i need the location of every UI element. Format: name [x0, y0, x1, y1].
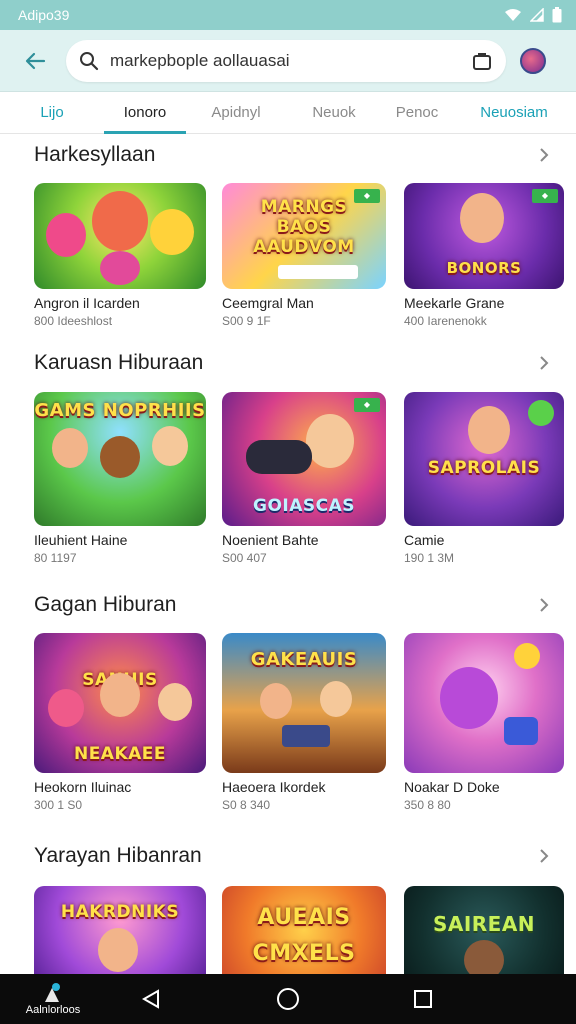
game-thumbnail: [34, 183, 206, 289]
back-triangle-icon[interactable]: [138, 986, 164, 1012]
nav-home-label: Aalnlorloos: [25, 1004, 81, 1016]
game-thumbnail: AUEAIS CMXELS: [222, 886, 386, 974]
section-karuasn-hiburaan: Karuasn Hiburaan GAMS NOPRHIIS Ileuhient…: [0, 348, 576, 568]
section-title: Yarayan Hibanran: [34, 844, 202, 867]
search-input[interactable]: [110, 50, 470, 71]
card-title: Meekarle Grane: [404, 295, 505, 311]
card-title: Heokorn Iluinac: [34, 779, 132, 795]
rating-badge: ◆: [354, 398, 380, 412]
game-card[interactable]: GAKEAUIS Haeoera Ikordek S0 8 340: [222, 633, 386, 812]
card-title: Camie: [404, 532, 445, 548]
category-tabs: Lijo Ionoro Apidnyl Neuok Penoc Neuosiam: [0, 92, 576, 134]
signal-icon: [530, 8, 544, 22]
game-card[interactable]: SAIREAN: [404, 886, 564, 974]
status-time: Adipo39: [18, 7, 70, 23]
rating-badge: ◆: [532, 189, 558, 203]
card-subtitle: S0 8 340: [222, 798, 271, 812]
section-title: Karuasn Hiburaan: [34, 351, 204, 374]
section-title: Gagan Hiburan: [34, 593, 177, 616]
game-card[interactable]: ◆ BONORS Meekarle Grane 400 Iarenenokk: [404, 183, 564, 328]
home-circle-icon[interactable]: [275, 986, 301, 1012]
search-icon: [78, 50, 100, 72]
card-title: Noenient Bahte: [222, 532, 319, 548]
status-bar: Adipo39: [0, 0, 576, 30]
game-card[interactable]: GAMS NOPRHIIS Ileuhient Haine 80 1197: [34, 392, 206, 565]
card-subtitle: 300 1 S0: [34, 798, 83, 812]
section-header: Gagan Hiburan: [0, 590, 576, 620]
game-thumbnail: SAPROLAIS: [404, 392, 564, 526]
chevron-right-icon[interactable]: [534, 145, 554, 165]
section-gagan-hiburan: Gagan Hiburan SANHIS NEAKAEE Heokorn Ilu…: [0, 590, 576, 820]
nav-home-tab[interactable]: Aalnlorloos: [0, 974, 106, 1024]
card-title: Noakar D Doke: [404, 779, 500, 795]
tab-neuok[interactable]: Neuok: [286, 92, 382, 134]
card-subtitle: 400 Iarenenokk: [404, 314, 487, 328]
section-yarayan-hibanran: Yarayan Hibanran HAKRDNIKS AUEAIS CMXELS…: [0, 841, 576, 974]
game-thumbnail: [404, 633, 564, 773]
chevron-right-icon[interactable]: [534, 595, 554, 615]
game-card[interactable]: HAKRDNIKS: [34, 886, 206, 974]
game-thumbnail: ◆ MARNGS BAOS AAUDVOM: [222, 183, 386, 289]
back-button[interactable]: [18, 44, 52, 78]
section-title: Harkesyllaan: [34, 143, 156, 166]
recents-square-icon[interactable]: [410, 986, 436, 1012]
card-title: Haeoera Ikordek: [222, 779, 326, 795]
game-thumbnail: ◆ GOIASCAS: [222, 392, 386, 526]
section-harkesyllaan: Harkesyllaan Angron il Icarden 800 Idees…: [0, 140, 576, 330]
card-subtitle: 190 1 3M: [404, 551, 455, 565]
bag-icon[interactable]: [470, 49, 494, 73]
card-subtitle: 800 Ideeshlost: [34, 314, 113, 328]
chevron-right-icon[interactable]: [534, 846, 554, 866]
game-card[interactable]: SAPROLAIS Camie 190 1 3M: [404, 392, 564, 565]
game-thumbnail: SAIREAN: [404, 886, 564, 974]
tab-penoc[interactable]: Penoc: [382, 92, 452, 134]
game-card[interactable]: Noakar D Doke 350 8 80: [404, 633, 564, 812]
battery-icon: [552, 7, 562, 23]
system-nav-bar: Aalnlorloos: [0, 974, 576, 1024]
tab-neuosiam[interactable]: Neuosiam: [452, 92, 576, 134]
game-thumbnail: SANHIS NEAKAEE: [34, 633, 206, 773]
tab-lijo[interactable]: Lijo: [0, 92, 104, 134]
tab-ionoro[interactable]: Ionoro: [104, 92, 186, 134]
card-title: Ceemgral Man: [222, 295, 314, 311]
search-header: [0, 30, 576, 92]
game-card[interactable]: ◆ MARNGS BAOS AAUDVOM Ceemgral Man S00 9…: [222, 183, 386, 328]
card-subtitle: 80 1197: [34, 551, 77, 565]
game-card[interactable]: SANHIS NEAKAEE Heokorn Iluinac 300 1 S0: [34, 633, 206, 812]
card-title: Angron il Icarden: [34, 295, 140, 311]
section-header: Harkesyllaan: [0, 140, 576, 170]
card-subtitle: 350 8 80: [404, 798, 451, 812]
section-header: Karuasn Hiburaan: [0, 348, 576, 378]
tab-apidnyl[interactable]: Apidnyl: [186, 92, 286, 134]
game-card[interactable]: AUEAIS CMXELS: [222, 886, 386, 974]
status-icons: [504, 7, 562, 23]
chevron-right-icon[interactable]: [534, 353, 554, 373]
avatar[interactable]: [520, 47, 546, 74]
game-card[interactable]: ◆ GOIASCAS Noenient Bahte S00 407: [222, 392, 386, 565]
section-header: Yarayan Hibanran: [0, 841, 576, 871]
card-subtitle: S00 407: [222, 551, 267, 565]
game-card[interactable]: Angron il Icarden 800 Ideeshlost: [34, 183, 206, 328]
card-title: Ileuhient Haine: [34, 532, 128, 548]
game-thumbnail: HAKRDNIKS: [34, 886, 206, 974]
game-thumbnail: GAKEAUIS: [222, 633, 386, 773]
game-thumbnail: GAMS NOPRHIIS: [34, 392, 206, 526]
wifi-icon: [504, 8, 522, 22]
app-home-icon: [45, 983, 60, 1002]
card-subtitle: S00 9 1F: [222, 314, 271, 328]
game-thumbnail: ◆ BONORS: [404, 183, 564, 289]
back-arrow-icon: [25, 52, 46, 69]
search-bar[interactable]: [66, 39, 506, 82]
